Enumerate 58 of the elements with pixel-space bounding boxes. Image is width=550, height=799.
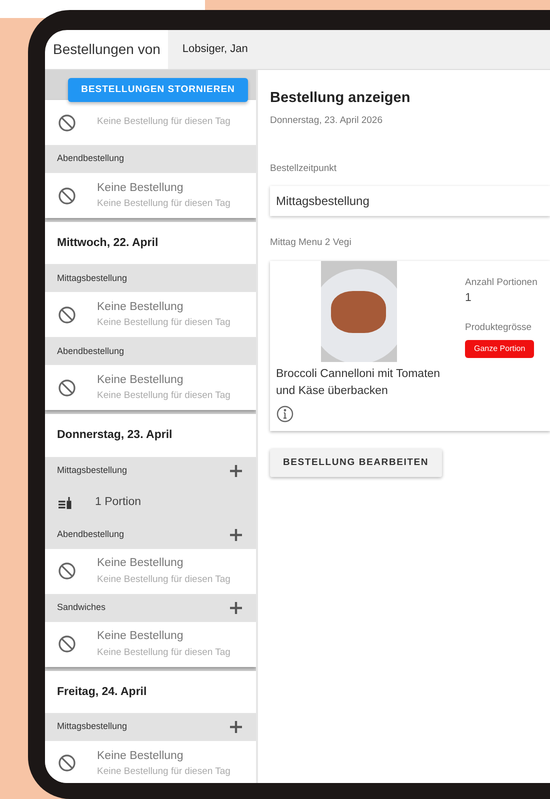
order-entry[interactable]: 1 Portion <box>45 484 256 520</box>
order-entry[interactable]: Keine Bestellung Keine Bestellung für diesen Tag <box>45 365 256 410</box>
header-label: Bestellungen von <box>52 40 162 59</box>
plus-icon[interactable] <box>228 462 244 478</box>
entry-subtitle: Keine Bestellung für diesen Tag <box>97 389 230 404</box>
portions-value: 1 <box>465 290 472 306</box>
portions-label: Anzahl Portionen <box>465 276 538 290</box>
menu-label: Mittag Menu 2 Vegi <box>270 236 352 250</box>
order-entry[interactable]: Keine Bestellung Keine Bestellung für diesen Tag <box>45 548 256 594</box>
prohibited-icon <box>57 378 77 398</box>
entry-title: 1 Portion <box>95 494 142 510</box>
entry-title: Keine Bestellung <box>97 180 184 196</box>
entry-title: Keine Bestellung <box>97 373 184 388</box>
user-field[interactable]: Lobsiger, Jan <box>168 30 550 69</box>
section-title: Abendbestellung <box>57 152 124 166</box>
order-entry[interactable]: Keine Bestellung Keine Bestellung für diesen Tag <box>45 173 256 218</box>
section-title: Mittagsbestellung <box>57 464 128 477</box>
order-time-field[interactable]: Mittagsbestellung <box>270 186 550 216</box>
plus-icon[interactable] <box>228 600 244 616</box>
entry-subtitle: Keine Bestellung für diesen Tag <box>97 197 230 211</box>
entry-subtitle: Keine Bestellung für diesen Tag <box>97 316 230 330</box>
prohibited-icon <box>57 561 77 581</box>
section-title: Mittagsbestellung <box>57 272 128 285</box>
size-chip: Ganze Portion <box>465 340 534 358</box>
detail-date: Donnerstag, 23. April 2026 <box>270 114 384 128</box>
order-entry[interactable]: Keine Bestellung Keine Bestellung für diesen Tag <box>45 622 256 666</box>
plus-icon[interactable] <box>228 526 244 542</box>
prohibited-icon <box>57 186 77 206</box>
prohibited-icon <box>57 304 77 325</box>
detail-title: Bestellung anzeigen <box>270 89 412 108</box>
field-label: Bestellzeitpunkt <box>270 162 338 176</box>
day-title: Freitag, 24. April <box>56 684 148 700</box>
prohibited-icon <box>57 634 77 654</box>
prohibited-icon <box>57 112 77 132</box>
entry-title: Keine Bestellung <box>97 629 184 644</box>
entry-subtitle: Keine Bestellung für diesen Tag <box>97 115 230 130</box>
entry-subtitle: Keine Bestellung für diesen Tag <box>97 572 230 586</box>
plus-icon[interactable] <box>228 718 244 735</box>
section-title: Abendbestellung <box>57 344 124 358</box>
section-title: Sandwiches <box>57 600 106 614</box>
entry-title: Keine Bestellung <box>97 300 184 315</box>
order-entry[interactable]: Keine Bestellung Keine Bestellung für diesen Tag <box>45 740 256 783</box>
info-icon[interactable] <box>276 405 294 424</box>
section-title: Abendbestellung <box>57 528 124 541</box>
entry-subtitle: Keine Bestellung für diesen Tag <box>97 764 230 779</box>
size-label: Produktegrösse <box>465 321 533 335</box>
day-title: Mittwoch, 22. April <box>56 236 160 251</box>
order-entry[interactable]: Keine Bestellung für diesen Tag <box>45 100 256 145</box>
edit-order-button[interactable]: BESTELLUNG BEARBEITEN <box>270 449 442 478</box>
entry-title: Keine Bestellung <box>97 748 184 764</box>
day-title: Donnerstag, 23. April <box>56 428 174 444</box>
order-entry[interactable]: Keine Bestellung Keine Bestellung für diesen Tag <box>45 292 256 338</box>
cancel-orders-button[interactable]: BESTELLUNGEN STORNIEREN <box>68 78 248 102</box>
dish-name: Broccoli Cannelloni mit Tomaten und Käse überbacken <box>276 366 442 400</box>
entry-subtitle: Keine Bestellung für diesen Tag <box>97 646 230 660</box>
entry-title: Keine Bestellung <box>97 556 184 572</box>
prohibited-icon <box>57 753 77 774</box>
section-title: Mittagsbestellung <box>57 720 128 733</box>
